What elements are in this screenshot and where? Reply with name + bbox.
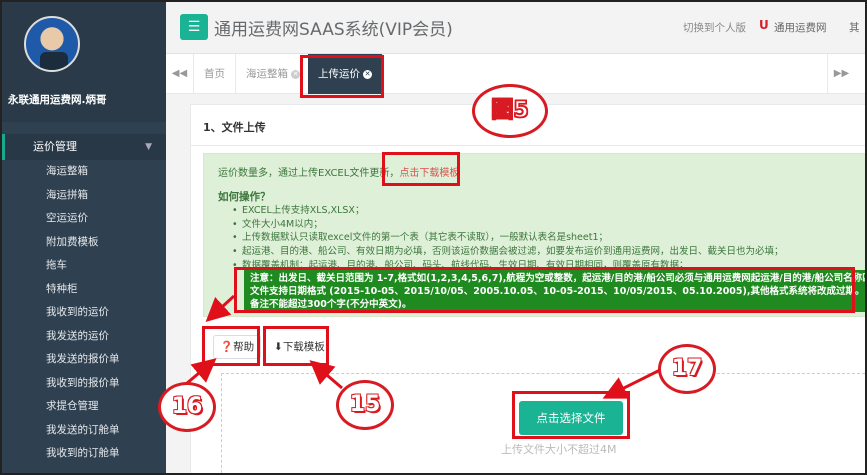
sidebar-item[interactable]: 我收到的订舱单: [2, 442, 166, 466]
callout-number: 16: [171, 394, 203, 419]
tab-scroll-left-button[interactable]: ◀◀: [166, 54, 194, 94]
divider: [191, 145, 865, 146]
figure-label: 图5: [491, 97, 530, 124]
header-extra-link[interactable]: 其: [849, 20, 860, 35]
callout-17: 17: [658, 344, 716, 394]
sidebar-menu: 运价管理 ▼ 海运整箱 海运拼箱 空运运价 附加费模板 拖车 特种柜 我收到的运…: [2, 134, 166, 466]
top-bar: ☰ 通用运费网SAAS系统(VIP会员) 切换到个人版 U 通用运费网 其: [166, 2, 865, 54]
sidebar-item[interactable]: 我收到的运价: [2, 301, 166, 325]
brand-logo-icon: U: [759, 18, 769, 32]
figure-label-callout: 图5: [472, 84, 548, 138]
username[interactable]: 永联通用运费网.炳哥: [8, 92, 158, 107]
sidebar-item[interactable]: 我收到的报价单: [2, 372, 166, 396]
list-item: 文件大小4M以内；: [232, 218, 784, 232]
menu-group-label: 运价管理: [33, 140, 77, 153]
chevron-down-icon: ▼: [145, 142, 152, 152]
sidebar-item[interactable]: 海运整箱: [2, 160, 166, 184]
highlight-box-download: [263, 326, 329, 366]
highlight-box-help: [202, 326, 260, 366]
system-title: 通用运费网SAAS系统(VIP会员): [214, 20, 453, 40]
section-title: 1、文件上传: [203, 121, 266, 134]
tab-label: 海运整箱: [246, 68, 288, 80]
list-item: EXCEL上传支持XLS,XLSX；: [232, 204, 784, 218]
screenshot-frame: 永联通用运费网.炳哥 运价管理 ▼ 海运整箱 海运拼箱 空运运价 附加费模板 拖…: [0, 0, 867, 475]
sidebar-item[interactable]: 空运运价: [2, 207, 166, 231]
list-item: 起运港、目的港、船公司、有效日期为必填，否则该运价数据会被过滤，如要发布运价到通…: [232, 245, 784, 259]
sidebar: 永联通用运费网.炳哥 运价管理 ▼ 海运整箱 海运拼箱 空运运价 附加费模板 拖…: [2, 2, 166, 473]
menu-toggle-button[interactable]: ☰: [180, 14, 208, 40]
callout-16: 16: [158, 382, 216, 432]
sidebar-item[interactable]: 我发送的运价: [2, 325, 166, 349]
rules-list: EXCEL上传支持XLS,XLSX； 文件大小4M以内； 上传数据默认只读取ex…: [232, 204, 784, 272]
hamburger-icon: ☰: [187, 19, 201, 35]
upload-size-hint: 上传文件大小不超过4M: [501, 443, 617, 456]
tab-home[interactable]: 首页: [194, 54, 236, 94]
callout-number: 15: [349, 392, 381, 417]
info-text-body: 运价数量多，通过上传EXCEL文件更新，: [218, 168, 400, 179]
list-item: 上传数据默认只读取excel文件的第一个表（其它表不读取），一般默认表名是she…: [232, 231, 784, 245]
close-icon[interactable]: ✕: [291, 70, 300, 79]
sidebar-item[interactable]: 海运拼箱: [2, 184, 166, 208]
sidebar-item[interactable]: 特种柜: [2, 278, 166, 302]
avatar[interactable]: [24, 16, 80, 72]
menu-group-rate-management[interactable]: 运价管理 ▼: [2, 134, 166, 160]
howto-title: 如何操作？: [218, 191, 271, 203]
tab-label: 首页: [204, 68, 225, 80]
sidebar-item[interactable]: 求提仓管理: [2, 395, 166, 419]
highlight-box-choose-file: [512, 391, 630, 439]
profile-panel: 永联通用运费网.炳哥: [2, 2, 166, 122]
callout-number: 17: [671, 356, 703, 381]
brand-link[interactable]: 通用运费网: [774, 20, 827, 35]
tab-scroll-right-button[interactable]: ▶▶: [827, 54, 855, 94]
sidebar-item[interactable]: 拖车: [2, 254, 166, 278]
highlight-box-notice: [234, 267, 855, 313]
sidebar-item[interactable]: 我发送的报价单: [2, 348, 166, 372]
sidebar-item[interactable]: 附加费模板: [2, 231, 166, 255]
sidebar-item[interactable]: 我发送的订舱单: [2, 419, 166, 443]
callout-15: 15: [336, 380, 394, 430]
highlight-box-download-link: [382, 152, 460, 186]
switch-to-personal-link[interactable]: 切换到个人版: [683, 20, 746, 35]
highlight-box-upload-tab: [300, 55, 384, 98]
